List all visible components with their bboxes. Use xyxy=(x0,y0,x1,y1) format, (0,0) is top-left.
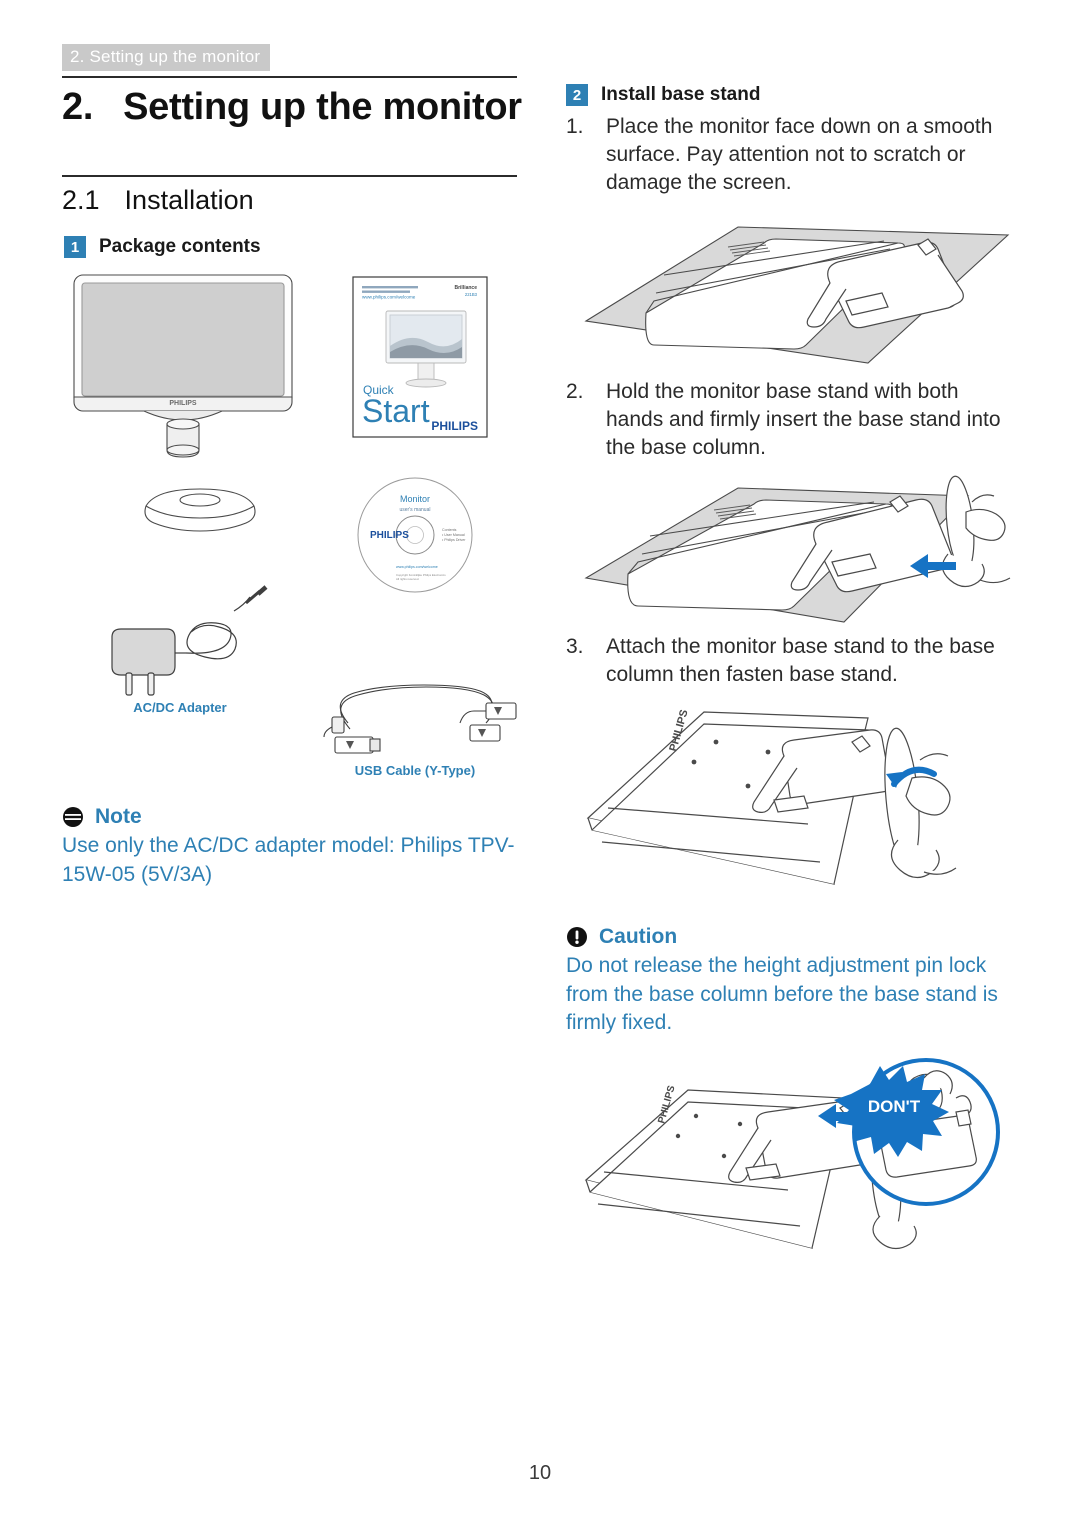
header-rule xyxy=(62,76,517,78)
usb-cable-label: USB Cable (Y-Type) xyxy=(354,763,476,778)
step-2-number: 2. xyxy=(566,380,584,403)
svg-text:www.philips.com/welcome: www.philips.com/welcome xyxy=(396,565,438,569)
page-number: 10 xyxy=(528,1462,552,1484)
svg-text:All rights reserved.: All rights reserved. xyxy=(396,577,419,581)
caution-body: Do not release the height adjustment pin… xyxy=(566,954,998,1035)
caution-icon xyxy=(567,927,587,947)
monitor-logo: PHILIPS xyxy=(169,400,197,407)
subsection-package-contents: 1 Package contents xyxy=(64,236,261,258)
quickstart-url: www.philips.com/welcome xyxy=(362,295,416,300)
quickstart-brand: Brilliance xyxy=(454,285,477,291)
cd-subtitle: user's manual xyxy=(400,507,431,513)
ac-dc-adapter xyxy=(98,585,288,700)
step-2-text: Hold the monitor base stand with both ha… xyxy=(606,380,1001,459)
usb-cable xyxy=(310,665,520,760)
figure-monitor-face-down xyxy=(568,205,1023,375)
badge-2: 2 xyxy=(566,84,588,106)
note-label: Note xyxy=(95,805,142,828)
step-1-number: 1. xyxy=(566,115,584,138)
cd-title: Monitor xyxy=(400,494,430,504)
quickstart-word2: Start xyxy=(362,393,430,429)
figure-insert-base-stand xyxy=(568,462,1023,632)
subsection-label: Install base stand xyxy=(601,84,761,105)
step-1-text: Place the monitor face down on a smooth … xyxy=(606,115,993,194)
subsection-label: Package contents xyxy=(99,236,261,257)
cd-philips-logo: PHILIPS xyxy=(370,530,409,541)
figure-fasten-base-stand: PHILIPS xyxy=(568,700,1023,900)
section-title: Installation xyxy=(124,185,254,215)
chapter-number: 2. xyxy=(62,86,94,128)
svg-text:221B3: 221B3 xyxy=(465,292,478,297)
caution-title: Caution xyxy=(566,925,1024,949)
note-block: Note Use only the AC/DC adapter model: P… xyxy=(62,805,532,889)
running-header: 2. Setting up the monitor xyxy=(62,44,271,71)
step-3: 3. Attach the monitor base stand to the … xyxy=(566,633,1021,689)
monitor-illustration: PHILIPS xyxy=(72,272,294,462)
manual-page: 2. Setting up the monitor 2. Setting up … xyxy=(0,0,1080,1532)
cd-illustration: Monitor user's manual PHILIPS Contents •… xyxy=(356,476,474,594)
philips-logo: PHILIPS xyxy=(431,419,478,433)
subsection-install-base-stand: 2 Install base stand xyxy=(566,84,760,106)
step-1: 1. Place the monitor face down on a smoo… xyxy=(566,113,1021,197)
svg-text:• Philips Driver: • Philips Driver xyxy=(442,538,466,542)
badge-1: 1 xyxy=(64,236,86,258)
step-3-text: Attach the monitor base stand to the bas… xyxy=(606,635,995,686)
chapter-title: Setting up the monitor xyxy=(123,86,522,128)
page-title: 2. Setting up the monitor xyxy=(62,86,532,129)
section-rule xyxy=(62,175,517,177)
base-stand-illustration xyxy=(140,482,260,538)
dont-label: DON'T xyxy=(868,1097,921,1116)
figure-dont-release-pin: PHILIPS DON'T xyxy=(568,1050,1023,1280)
quick-start-guide: www.philips.com/welcome Brilliance 221B3… xyxy=(352,276,488,438)
section-heading: 2.1 Installation xyxy=(62,185,532,216)
note-body: Use only the AC/DC adapter model: Philip… xyxy=(62,834,515,886)
svg-text:• User Manual: • User Manual xyxy=(442,533,465,537)
step-3-number: 3. xyxy=(566,635,584,658)
note-icon xyxy=(63,807,83,827)
step-2: 2. Hold the monitor base stand with both… xyxy=(566,378,1021,462)
section-number: 2.1 xyxy=(62,185,100,215)
note-title: Note xyxy=(62,805,532,829)
caution-block: Caution Do not release the height adjust… xyxy=(566,925,1024,1038)
caution-label: Caution xyxy=(599,925,678,948)
ac-dc-adapter-label: AC/DC Adapter xyxy=(133,700,227,715)
svg-text:Contents: Contents xyxy=(442,528,457,532)
